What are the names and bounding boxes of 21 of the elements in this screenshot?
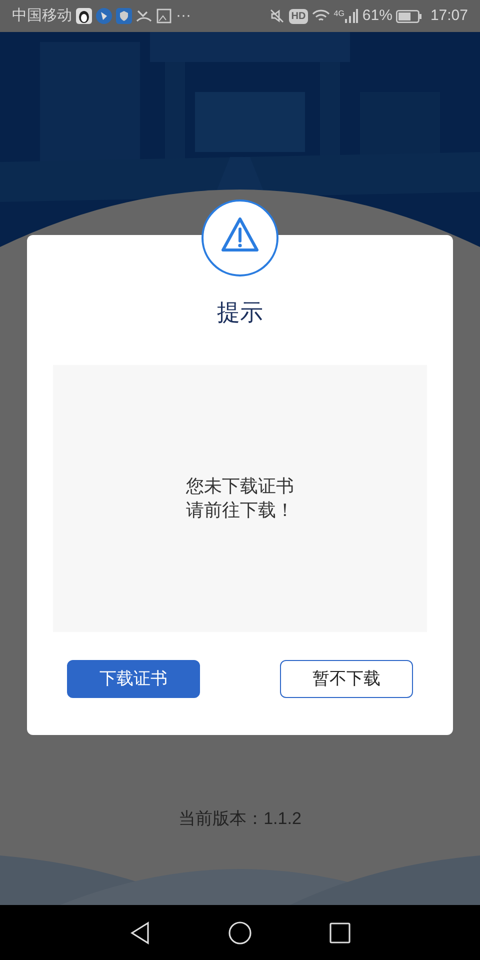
image-icon: [156, 8, 172, 24]
home-icon[interactable]: [228, 920, 252, 944]
recents-icon[interactable]: [329, 922, 352, 944]
hd-label: HD: [289, 8, 308, 24]
battery-icon: [396, 10, 422, 22]
clock: 17:07: [430, 6, 468, 26]
message-text: 请前往下载！: [186, 499, 294, 522]
dialog-title: 提示: [217, 298, 263, 327]
shield-icon: [116, 8, 132, 24]
skip-button[interactable]: 暂不下载: [280, 660, 413, 698]
wifi-icon: [312, 9, 330, 23]
carrier-name: 中国移动: [12, 6, 72, 26]
muted-icon: [269, 8, 286, 24]
signal-icon: [344, 9, 358, 23]
back-icon[interactable]: [128, 920, 151, 944]
version-label: 当前版本：1.1.2: [178, 808, 302, 830]
download-button[interactable]: 下载证书: [67, 660, 200, 698]
more-notifications: ···: [176, 6, 191, 26]
network-type: 4G: [334, 8, 344, 20]
battery-percent: 61%: [362, 6, 392, 26]
message-text: 您未下载证书: [186, 475, 294, 498]
